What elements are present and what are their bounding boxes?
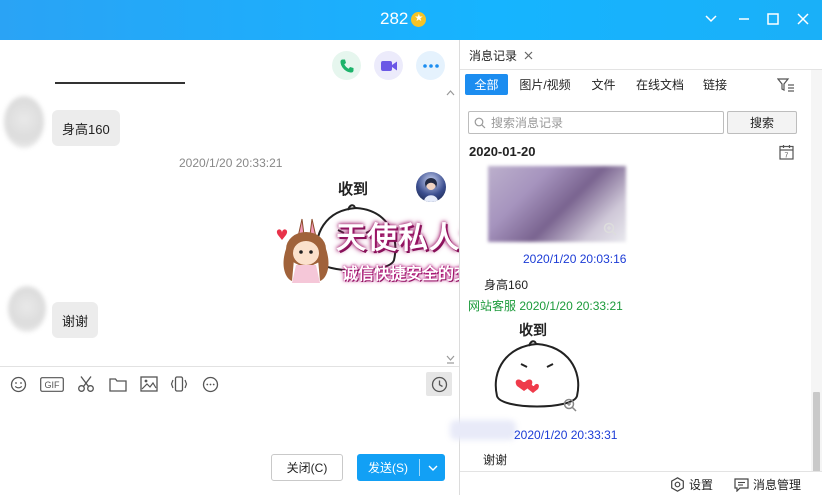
message-input[interactable]	[0, 400, 459, 448]
close-button[interactable]: 关闭(C)	[271, 454, 343, 481]
avatar[interactable]	[4, 96, 44, 148]
history-entry-sender: 网站客服	[468, 299, 517, 313]
send-options-chevron-icon[interactable]	[420, 465, 445, 471]
filter-links[interactable]: 链接	[698, 74, 732, 95]
close-tab-icon[interactable]	[524, 51, 533, 60]
my-avatar[interactable]	[416, 172, 446, 202]
scroll-up-arrow-icon[interactable]	[446, 85, 455, 99]
history-entry-time: 2020/1/20 20:33:21	[519, 299, 623, 313]
close-icon[interactable]	[794, 10, 812, 28]
history-entry-time: 2020/1/20 20:33:31	[514, 428, 618, 442]
message-manager-label: 消息管理	[753, 478, 802, 492]
search-icon	[474, 117, 486, 128]
voice-call-button[interactable]	[332, 51, 361, 80]
tab-message-history[interactable]: 消息记录	[469, 47, 533, 64]
send-button-label: 发送(S)	[368, 461, 408, 475]
more-options-icon[interactable]	[200, 374, 220, 394]
more-call-options-button[interactable]	[416, 51, 445, 80]
window-title-text: 282	[380, 9, 409, 28]
image-icon[interactable]	[139, 374, 159, 394]
video-call-button[interactable]	[374, 51, 403, 80]
tab-label: 消息记录	[469, 49, 518, 63]
scissors-icon[interactable]	[76, 374, 96, 394]
filter-files[interactable]: 文件	[586, 74, 621, 95]
history-pane: 消息记录 全部 图片/视频 文件 在线文档 链接 搜索消息记录 搜索 2020-…	[450, 40, 822, 495]
history-entry-header: 网站客服 2020/1/20 20:33:21	[468, 297, 623, 314]
title-bar: 282 ★	[0, 0, 822, 40]
blurred-sender-name	[450, 420, 516, 440]
gif-icon[interactable]: GIF	[40, 374, 64, 394]
filter-docs[interactable]: 在线文档	[630, 74, 690, 95]
more-icon	[422, 63, 439, 68]
history-sticker[interactable]: 收到	[487, 318, 587, 418]
star-badge-icon: ★	[411, 11, 427, 27]
chevron-down-icon[interactable]	[702, 10, 720, 28]
message-history-button[interactable]	[426, 372, 452, 396]
emoji-icon[interactable]	[8, 374, 28, 394]
window-title: 282 ★	[380, 9, 427, 29]
history-date: 2020-01-20	[469, 144, 536, 159]
history-tab-bar: 消息记录	[460, 40, 822, 70]
sticker-caption: 收到	[519, 323, 547, 339]
gear-icon	[671, 477, 684, 492]
settings-button[interactable]: 设置	[670, 476, 713, 493]
phone-icon	[340, 59, 353, 72]
message-manage-icon	[734, 477, 749, 492]
filter-media[interactable]: 图片/视频	[515, 74, 575, 95]
message-text: 身高160	[62, 121, 110, 137]
search-placeholder: 搜索消息记录	[491, 116, 564, 130]
sticker-caption: 收到	[338, 180, 369, 198]
history-scrollbar-thumb[interactable]	[813, 392, 820, 472]
message-timestamp: 2020/1/20 20:33:21	[179, 156, 283, 170]
calendar-icon[interactable]: 7	[779, 144, 794, 160]
avatar[interactable]	[8, 286, 46, 332]
settings-label: 设置	[689, 478, 714, 492]
shake-icon[interactable]	[169, 374, 189, 394]
search-button[interactable]: 搜索	[727, 111, 797, 134]
message-text: 谢谢	[62, 313, 89, 329]
cartoon-girl-icon	[276, 218, 329, 283]
minimize-icon[interactable]	[735, 10, 753, 28]
svg-text:7: 7	[785, 153, 789, 160]
scrolled-message-edge	[55, 82, 185, 84]
scroll-down-arrow-icon[interactable]	[446, 353, 455, 367]
clock-icon	[431, 376, 447, 392]
video-call-icon	[380, 60, 397, 71]
history-entry-time: 2020/1/20 20:03:16	[523, 252, 627, 266]
message-manager-button[interactable]: 消息管理	[734, 476, 801, 493]
maximize-icon[interactable]	[764, 10, 782, 28]
send-button[interactable]: 发送(S)	[357, 454, 445, 481]
history-entry-text: 谢谢	[483, 453, 508, 467]
folder-icon[interactable]	[108, 374, 128, 394]
svg-text:GIF: GIF	[45, 380, 61, 390]
message-bubble[interactable]: 身高160	[52, 110, 120, 146]
zoom-in-icon[interactable]	[603, 222, 617, 239]
zoom-in-icon[interactable]	[563, 398, 577, 415]
history-search-input[interactable]: 搜索消息记录	[468, 111, 724, 134]
history-entry-text: 身高160	[484, 278, 529, 292]
filter-settings-icon[interactable]	[776, 78, 795, 95]
message-bubble[interactable]: 谢谢	[52, 302, 99, 338]
toolbar-divider	[0, 366, 459, 367]
filter-all[interactable]: 全部	[465, 74, 508, 95]
